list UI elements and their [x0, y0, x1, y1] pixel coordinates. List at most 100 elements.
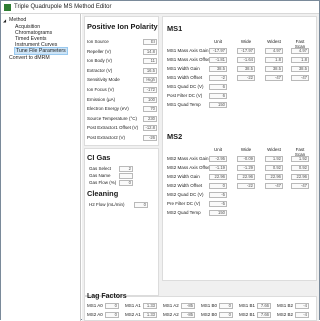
ci-gas-label: Gas Name — [89, 173, 111, 178]
pos-ion-label: Ion Source — [87, 39, 109, 44]
pos-ion-label: Extractor (V) — [87, 67, 113, 73]
lag-factor-label: MS1 A0 — [87, 303, 103, 308]
ms2-value-field[interactable]: -1.29 — [237, 165, 255, 171]
ms1-value-field[interactable]: 38.5 — [291, 66, 309, 72]
pos-ion-field[interactable]: 230 — [143, 115, 157, 122]
ms2-value-field[interactable]: -2.95 — [209, 156, 227, 162]
ms1-value-field[interactable]: -47 — [291, 75, 309, 81]
positive-ion-title: Positive Ion Polarity — [87, 22, 158, 31]
title-bar: Triple Quadrupole MS Method Editor — [1, 1, 319, 14]
pos-ion-field[interactable]: 16.5 — [143, 67, 157, 74]
positive-ion-panel: Positive Ion Polarity Ion Source EI Repell… — [84, 16, 159, 146]
lag-factor-field[interactable]: 0 — [105, 312, 119, 318]
ms2-value-field[interactable]: -1.19 — [209, 165, 227, 171]
lag-factors-panel: Lag Factors MS1 A0 0 MS1 A1 1.33 MS1 A2 -85 MS… — [84, 293, 317, 321]
cleaning-label: H2 Flow (mL/min) — [89, 202, 125, 207]
lag-factor-label: MS2 B1 — [239, 312, 256, 317]
ms1-value-field[interactable]: 6 — [209, 84, 227, 90]
ms2-column-header: Unit — [213, 147, 222, 152]
pos-ion-label: Post Extractor1 Offset (V) — [87, 125, 139, 131]
ms2-value-field[interactable]: -47 — [265, 183, 283, 189]
tree-item-tune-file-parameters[interactable]: Tune File Parameters — [14, 47, 68, 55]
ms1-value-field[interactable]: 1.8 — [291, 57, 309, 63]
lag-factor-label: MS2 B2 — [277, 312, 294, 317]
lag-factors-title: Lag Factors — [87, 293, 127, 300]
lag-factor-label: MS1 B2 — [277, 303, 294, 308]
ms1-value-field[interactable]: -17.97 — [209, 48, 227, 54]
ms2-value-field[interactable]: -5 — [209, 192, 227, 198]
ms2-value-field[interactable]: 22.96 — [209, 174, 227, 180]
ms2-value-field[interactable]: 0.92 — [291, 165, 309, 171]
pos-ion-label: Ion Focus (V) — [87, 87, 115, 92]
ci-gas-field[interactable]: 0 — [119, 180, 133, 186]
pos-ion-field[interactable]: 14.8 — [143, 48, 157, 55]
ms1-value-field[interactable]: 38.5 — [265, 66, 283, 72]
lag-factor-field[interactable]: 1.33 — [143, 312, 157, 318]
ms2-value-field[interactable]: 22.96 — [265, 174, 283, 180]
ms1-value-field[interactable]: 6 — [209, 93, 227, 99]
ms1-row-label: MS1 Width Gain — [167, 66, 200, 71]
ms1-value-field[interactable]: -1.81 — [209, 57, 227, 63]
ms1-column-header: Unit — [213, 39, 222, 44]
tree-item-convert-dmrm[interactable]: Convert to dMRM — [9, 55, 50, 61]
pos-ion-field[interactable]: -12.8 — [143, 125, 157, 132]
ms1-row-label: MS1 Quad Temp — [167, 102, 201, 107]
ms1-row-label: Post Filter DC (V) — [167, 93, 203, 98]
lag-factor-field[interactable]: -85 — [181, 312, 195, 318]
ms1-value-field[interactable]: 1.8 — [265, 57, 283, 63]
ms2-column-header: Widest — [267, 147, 281, 152]
ms1-value-field[interactable]: -1.64 — [237, 57, 255, 63]
lag-factor-field[interactable]: 0 — [105, 303, 119, 309]
ms1-value-field[interactable]: 38.5 — [237, 66, 255, 72]
pos-ion-field[interactable]: EI — [143, 39, 157, 45]
ms2-value-field[interactable]: -0.09 — [237, 156, 255, 162]
ms1-value-field[interactable]: -22 — [237, 75, 255, 81]
pos-ion-field[interactable]: -26 — [143, 135, 157, 141]
ms2-value-field[interactable]: 22.96 — [237, 174, 255, 180]
lag-factor-field[interactable]: -4 — [295, 303, 309, 309]
ms1-value-field[interactable]: -17.97 — [237, 48, 255, 54]
lag-factor-field[interactable]: 7.66 — [257, 312, 271, 318]
ms1-value-field[interactable]: 4.97 — [291, 48, 309, 54]
lag-factor-field[interactable]: -85 — [181, 303, 195, 309]
cleaning-title: Cleaning — [87, 189, 119, 198]
ms1-value-field[interactable]: 38.5 — [209, 66, 227, 72]
ms2-value-field[interactable]: 1.92 — [265, 156, 283, 162]
ms2-row-label: MS2 Quad DC (V) — [167, 192, 204, 197]
lag-factor-label: MS2 A2 — [163, 312, 179, 317]
ms1-title: MS1 — [167, 24, 183, 33]
ms2-value-field[interactable]: 150 — [209, 210, 227, 216]
ci-gas-panel: CI Gas Cleaning Gas Select 2 Gas Name Gas F… — [84, 148, 159, 296]
ci-gas-field[interactable]: 2 — [119, 166, 133, 172]
ms2-value-field[interactable]: -5 — [209, 201, 227, 207]
ms2-row-label: MS2 Width Gain — [167, 174, 200, 179]
ms2-value-field[interactable]: -47 — [291, 183, 309, 189]
ms-panel: MS1 MS2 Unit Wide Widest Fast Scan MS1 Mass … — [162, 16, 317, 281]
cleaning-field[interactable]: 0 — [134, 202, 148, 208]
ms2-value-field[interactable]: 0.92 — [265, 165, 283, 171]
ms2-value-field[interactable]: -22 — [237, 183, 255, 189]
ms1-value-field[interactable]: 4.97 — [265, 48, 283, 54]
lag-factor-field[interactable]: 0 — [219, 303, 233, 309]
lag-factor-field[interactable]: 7.66 — [257, 303, 271, 309]
lag-factor-field[interactable]: 0 — [219, 312, 233, 318]
lag-factor-field[interactable]: 1.33 — [143, 303, 157, 309]
pos-ion-field[interactable]: 100 — [143, 96, 157, 103]
tree-item-method[interactable]: Method — [9, 17, 26, 23]
pos-ion-field[interactable]: 70 — [143, 106, 157, 113]
collapse-icon[interactable]: ◢ — [3, 18, 6, 23]
pos-ion-field[interactable]: -172 — [143, 87, 157, 93]
ms2-value-field[interactable]: 0 — [209, 183, 227, 189]
pos-ion-field[interactable]: 11 — [143, 58, 157, 65]
ms2-value-field[interactable]: 1.92 — [291, 156, 309, 162]
ms2-row-label: MS2 Mass Axis Offset — [167, 165, 211, 170]
ms1-value-field[interactable]: -47 — [265, 75, 283, 81]
lag-factor-field[interactable]: -4 — [295, 312, 309, 318]
ms1-value-field[interactable]: 150 — [209, 102, 227, 108]
lag-factor-label: MS1 A2 — [163, 303, 179, 308]
pos-ion-field[interactable]: High — [143, 77, 157, 84]
ms2-value-field[interactable]: 22.96 — [291, 174, 309, 180]
ms2-row-label: MS2 Quad Temp — [167, 210, 201, 215]
ci-gas-field[interactable] — [119, 173, 133, 179]
ms1-value-field[interactable]: -2 — [209, 75, 227, 81]
